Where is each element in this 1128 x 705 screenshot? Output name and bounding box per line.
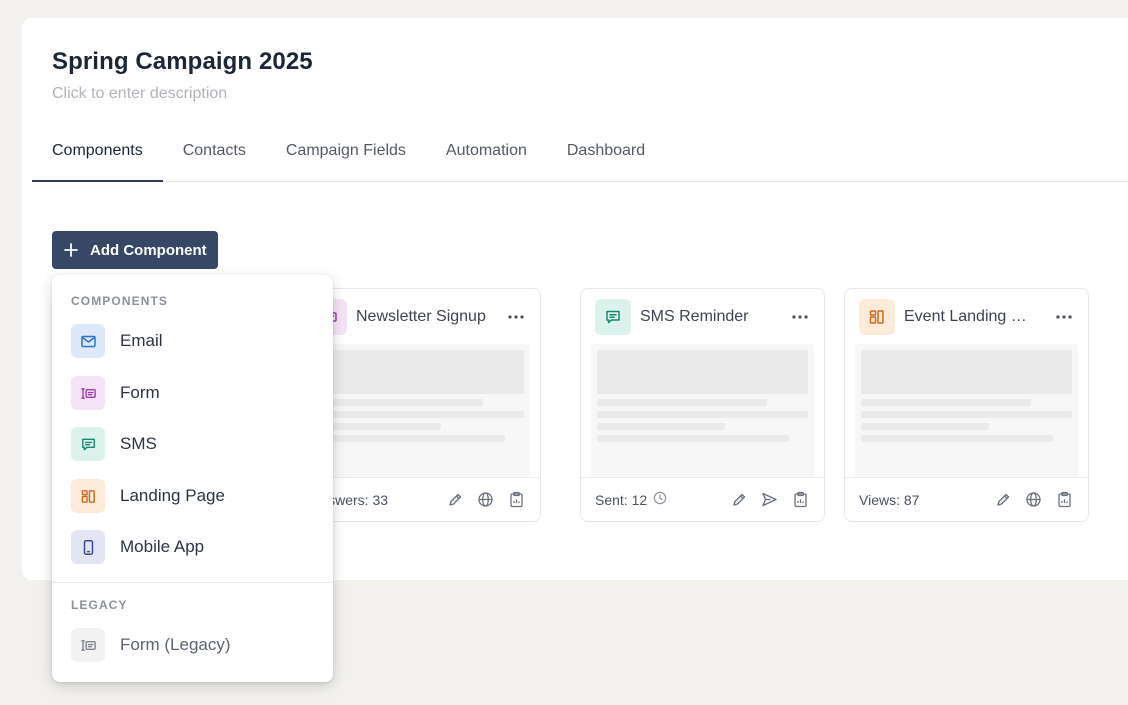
form-icon [71, 376, 105, 410]
landing-page-icon [71, 479, 105, 513]
card-title: Newsletter Signup [356, 308, 486, 325]
menu-item-sms[interactable]: SMS [71, 426, 311, 462]
edit-icon[interactable] [445, 490, 464, 509]
tab-dashboard[interactable]: Dashboard [547, 130, 665, 182]
clipboard-icon[interactable] [507, 490, 526, 509]
menu-divider [52, 582, 333, 583]
sms-icon [595, 299, 631, 335]
card-title: SMS Reminder [640, 308, 749, 325]
description-field[interactable]: Click to enter description [52, 85, 227, 103]
card-footer: Sent: 12 [581, 477, 824, 521]
send-icon[interactable] [760, 490, 779, 509]
edit-icon[interactable] [993, 490, 1012, 509]
add-component-button[interactable]: Add Component [52, 231, 218, 269]
menu-item-label: SMS [120, 434, 157, 453]
add-component-label: Add Component [90, 241, 207, 259]
card-preview[interactable] [855, 344, 1078, 478]
more-options-icon[interactable] [1054, 307, 1074, 327]
add-component-menu: COMPONENTS Email Form SMS Landing Page M… [52, 275, 333, 682]
card-footer: Answers: 33 [297, 477, 540, 521]
tab-contacts[interactable]: Contacts [163, 130, 266, 182]
legacy-section-header: LEGACY [71, 598, 128, 612]
menu-item-email[interactable]: Email [71, 323, 311, 359]
clipboard-icon[interactable] [791, 490, 810, 509]
menu-item-form[interactable]: Form [71, 375, 311, 411]
card-stat: Views: 87 [859, 491, 920, 508]
page-title: Spring Campaign 2025 [52, 48, 313, 75]
globe-icon[interactable] [1024, 490, 1043, 509]
card-footer: Views: 87 [845, 477, 1088, 521]
edit-icon[interactable] [729, 490, 748, 509]
clock-icon [653, 491, 667, 508]
menu-item-landing-page[interactable]: Landing Page [71, 478, 311, 514]
components-section-header: COMPONENTS [71, 294, 169, 308]
globe-icon[interactable] [476, 490, 495, 509]
email-icon [71, 324, 105, 358]
menu-item-form-legacy[interactable]: Form (Legacy) [71, 627, 311, 663]
sms-icon [71, 427, 105, 461]
card-stat-value: Sent: 12 [595, 491, 648, 508]
menu-item-label: Form (Legacy) [120, 635, 231, 654]
menu-item-label: Mobile App [120, 537, 205, 556]
card-stat: Sent: 12 [595, 491, 667, 508]
more-options-icon[interactable] [790, 307, 810, 327]
component-card-event-landing-page[interactable]: Event Landing Page Views: 87 [844, 288, 1089, 522]
card-preview[interactable] [591, 344, 814, 478]
landing-page-icon [859, 299, 895, 335]
form-legacy-icon [71, 628, 105, 662]
mobile-app-icon [71, 530, 105, 564]
menu-item-label: Email [120, 331, 163, 350]
card-preview[interactable] [307, 344, 530, 478]
tab-automation[interactable]: Automation [426, 130, 547, 182]
menu-item-label: Form [120, 383, 160, 402]
tab-components[interactable]: Components [32, 130, 163, 182]
clipboard-icon[interactable] [1055, 490, 1074, 509]
tab-bar: Components Contacts Campaign Fields Auto… [32, 130, 1128, 182]
more-options-icon[interactable] [506, 307, 526, 327]
tab-campaign-fields[interactable]: Campaign Fields [266, 130, 426, 182]
menu-item-mobile-app[interactable]: Mobile App [71, 529, 311, 565]
plus-icon [64, 243, 78, 257]
menu-item-label: Landing Page [120, 486, 225, 505]
card-title: Event Landing Page [904, 308, 1028, 325]
component-card-sms-reminder[interactable]: SMS Reminder Sent: 12 [580, 288, 825, 522]
